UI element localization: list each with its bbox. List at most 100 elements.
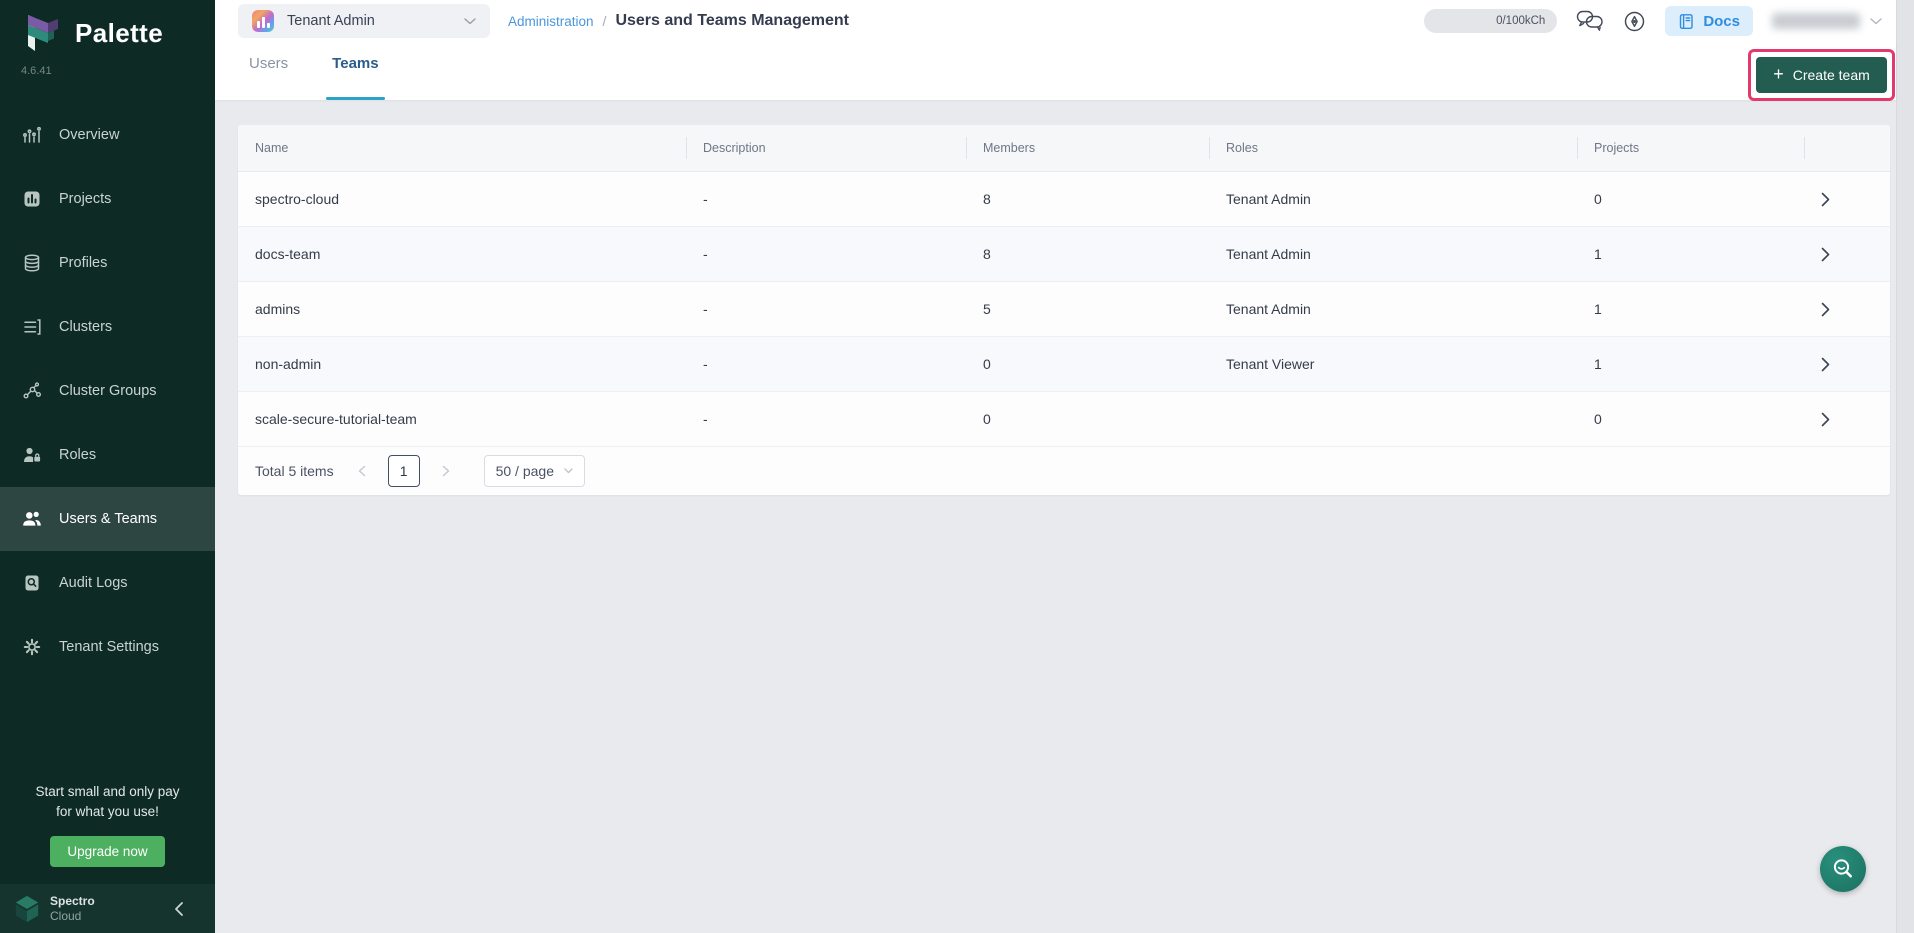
magnifier-smile-icon	[1831, 857, 1855, 881]
page-size-select[interactable]: 50 / page	[484, 455, 585, 487]
team-roles: Tenant Admin	[1209, 246, 1577, 262]
roles-icon	[22, 445, 42, 465]
team-members: 8	[966, 246, 1209, 262]
tab-users-label: Users	[249, 55, 288, 72]
help-widget-button[interactable]	[1820, 846, 1866, 892]
chevron-right-icon[interactable]	[1821, 302, 1830, 317]
sidebar-footer: Spectro Cloud	[0, 884, 215, 933]
sidebar-item-label: Audit Logs	[59, 575, 128, 591]
pagination-bar: Total 5 items 1 50 / page	[238, 447, 1890, 495]
table-row[interactable]: docs-team - 8 Tenant Admin 1	[238, 227, 1890, 282]
team-description: -	[686, 356, 966, 372]
profiles-icon	[22, 253, 42, 273]
team-projects: 1	[1577, 356, 1804, 372]
team-roles: Tenant Viewer	[1209, 356, 1577, 372]
breadcrumb: Administration / Users and Teams Managem…	[508, 12, 849, 30]
upgrade-now-button[interactable]: Upgrade now	[50, 836, 164, 867]
sidebar-item-roles[interactable]: Roles	[0, 423, 215, 487]
chat-button[interactable]	[1576, 10, 1604, 33]
user-name-redacted	[1772, 13, 1860, 29]
tab-teams-label: Teams	[332, 55, 378, 72]
pagination-next-button[interactable]	[442, 465, 450, 477]
palette-app: Palette 4.6.41 Overview	[0, 0, 1914, 933]
top-bar: Tenant Admin Administration / Users and …	[215, 0, 1896, 42]
sidebar-item-audit-logs[interactable]: Audit Logs	[0, 551, 215, 615]
table-row[interactable]: scale-secure-tutorial-team - 0 0	[238, 392, 1890, 447]
sidebar-item-profiles[interactable]: Profiles	[0, 231, 215, 295]
analytics-icon	[22, 125, 42, 145]
column-header-name: Name	[238, 125, 686, 171]
team-description: -	[686, 246, 966, 262]
chevron-right-icon[interactable]	[1821, 192, 1830, 207]
sidebar-item-projects[interactable]: Projects	[0, 167, 215, 231]
team-projects: 1	[1577, 246, 1804, 262]
chevron-left-icon	[174, 901, 184, 917]
sidebar-nav: Overview Projects	[0, 103, 215, 679]
users-teams-icon	[22, 509, 42, 529]
docs-button[interactable]: Docs	[1665, 6, 1753, 36]
team-description: -	[686, 191, 966, 207]
sidebar-collapse-button[interactable]	[174, 901, 184, 917]
column-header-description: Description	[686, 125, 966, 171]
promo-line-1: Start small and only pay	[12, 782, 203, 802]
sidebar-item-label: Roles	[59, 447, 96, 463]
sidebar-item-cluster-groups[interactable]: Cluster Groups	[0, 359, 215, 423]
spectro-cloud-wordmark: Spectro Cloud	[50, 894, 95, 924]
team-members: 0	[966, 411, 1209, 427]
sidebar-item-users-teams[interactable]: Users & Teams	[0, 487, 215, 551]
projects-icon	[22, 189, 42, 209]
brand-line-1: Spectro	[50, 894, 95, 909]
chevron-down-icon	[1870, 18, 1882, 25]
tenant-settings-icon	[22, 637, 42, 657]
active-tab-underline	[326, 97, 384, 100]
sidebar-item-label: Clusters	[59, 319, 112, 335]
chevron-right-icon[interactable]	[1821, 247, 1830, 262]
tab-teams[interactable]: Teams	[329, 42, 381, 100]
palette-logo: Palette	[0, 0, 215, 53]
scrollbar[interactable]	[1896, 0, 1914, 933]
plus-icon: +	[1773, 65, 1784, 83]
team-members: 5	[966, 301, 1209, 317]
sidebar-item-label: Profiles	[59, 255, 107, 271]
team-roles: Tenant Admin	[1209, 301, 1577, 317]
pagination-page-1[interactable]: 1	[388, 455, 420, 487]
brand-line-2: Cloud	[50, 909, 95, 924]
table-row[interactable]: non-admin - 0 Tenant Viewer 1	[238, 337, 1890, 392]
palette-logo-icon	[20, 13, 64, 53]
sidebar-item-overview[interactable]: Overview	[0, 103, 215, 167]
user-menu[interactable]	[1772, 13, 1882, 29]
team-roles: Tenant Admin	[1209, 191, 1577, 207]
upgrade-promo-text: Start small and only pay for what you us…	[0, 782, 215, 823]
usage-meter-text: 0/100kCh	[1496, 15, 1545, 27]
column-header-projects: Projects	[1577, 125, 1804, 171]
tab-users[interactable]: Users	[246, 42, 291, 100]
cluster-groups-icon	[22, 381, 42, 401]
chevron-right-icon[interactable]	[1821, 357, 1830, 372]
teams-table: Name Description Members Roles Projects …	[238, 125, 1890, 495]
docs-button-label: Docs	[1703, 13, 1740, 30]
page-size-value: 50 / page	[496, 463, 554, 479]
app-version: 4.6.41	[0, 53, 215, 77]
team-description: -	[686, 411, 966, 427]
team-projects: 0	[1577, 411, 1804, 427]
team-description: -	[686, 301, 966, 317]
scope-selector[interactable]: Tenant Admin	[238, 4, 490, 38]
chevron-down-icon	[464, 18, 476, 25]
pagination-prev-button[interactable]	[358, 465, 366, 477]
create-team-button[interactable]: + Create team	[1756, 57, 1887, 93]
pagination-total: Total 5 items	[255, 463, 334, 479]
app-title: Palette	[75, 18, 163, 49]
team-name: non-admin	[238, 356, 686, 372]
chat-icon	[1576, 10, 1604, 33]
table-row[interactable]: spectro-cloud - 8 Tenant Admin 0	[238, 172, 1890, 227]
chevron-right-icon[interactable]	[1821, 412, 1830, 427]
breadcrumb-link-administration[interactable]: Administration	[508, 14, 594, 29]
chevron-left-icon	[358, 465, 366, 477]
promo-line-2: for what you use!	[12, 802, 203, 822]
sidebar-item-tenant-settings[interactable]: Tenant Settings	[0, 615, 215, 679]
help-compass-button[interactable]	[1623, 10, 1646, 33]
table-row[interactable]: admins - 5 Tenant Admin 1	[238, 282, 1890, 337]
book-icon	[1678, 13, 1695, 30]
audit-logs-icon	[22, 573, 42, 593]
sidebar-item-clusters[interactable]: Clusters	[0, 295, 215, 359]
